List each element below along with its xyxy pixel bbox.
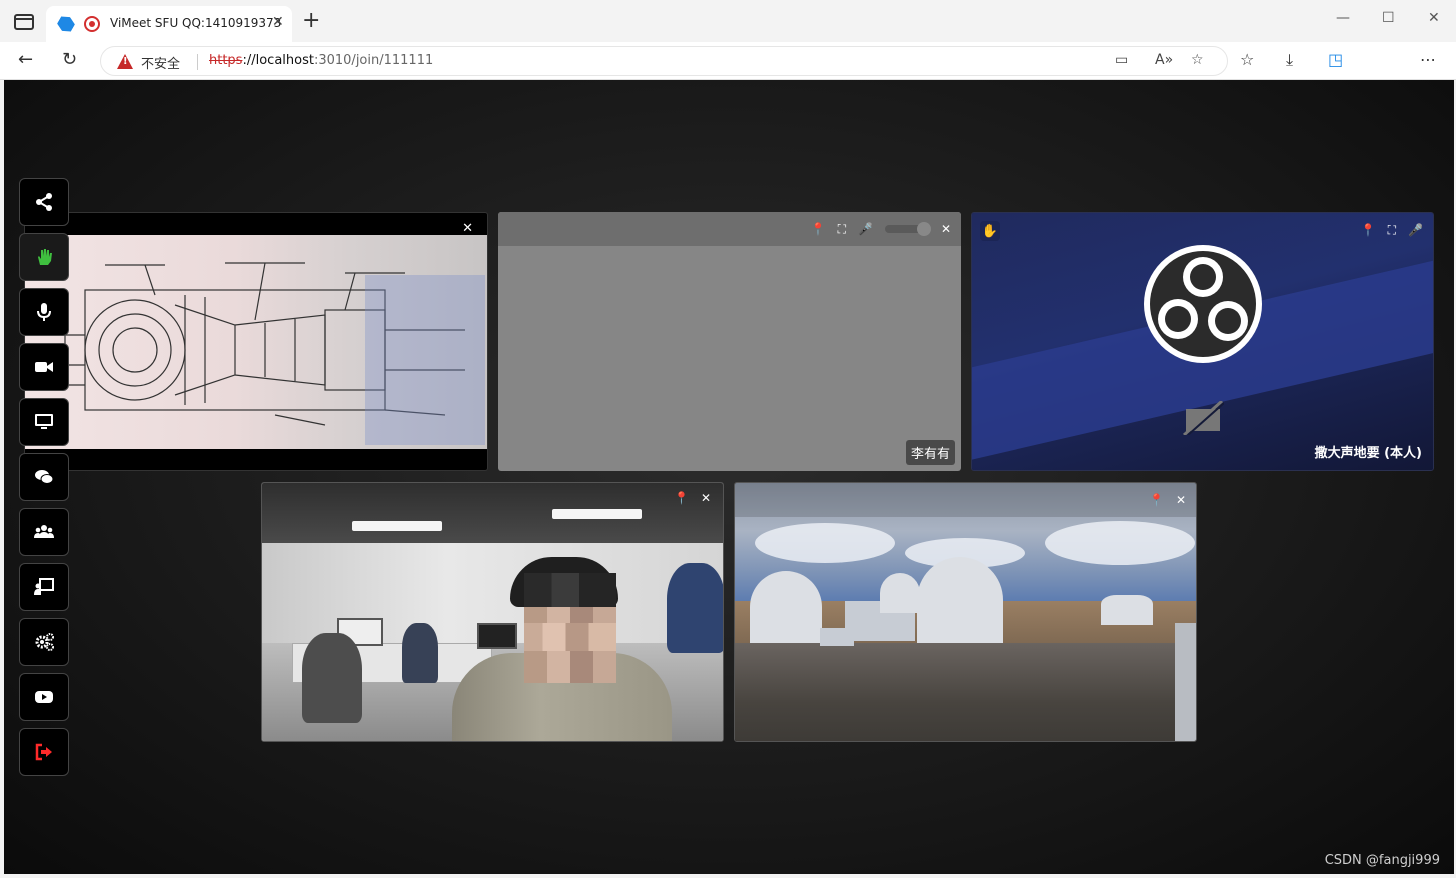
video-tile-observatory[interactable]: 📍 ✕ bbox=[734, 482, 1197, 742]
leave-button[interactable] bbox=[19, 728, 69, 776]
insecure-label[interactable]: 不安全 bbox=[141, 53, 180, 72]
chat-button[interactable] bbox=[19, 453, 69, 501]
camera-off-icon bbox=[1182, 401, 1224, 435]
screen-share-button[interactable] bbox=[19, 398, 69, 446]
omnibox[interactable]: 不安全 https://localhost:3010/join/111111 ▭… bbox=[100, 46, 1228, 76]
shared-screen-video bbox=[25, 235, 487, 449]
exit-icon bbox=[35, 743, 52, 761]
participant-name: 撒大声地要 (本人) bbox=[1314, 446, 1422, 461]
tile-toolbar: 📍 ✕ bbox=[735, 483, 1196, 517]
watermark: CSDN @fangji999 bbox=[1324, 853, 1440, 868]
settings-button[interactable] bbox=[19, 618, 69, 666]
chat-icon bbox=[35, 470, 54, 484]
participants-button[interactable] bbox=[19, 508, 69, 556]
pin-icon[interactable]: 📍 bbox=[811, 222, 826, 236]
presentation-icon bbox=[34, 578, 54, 595]
fullscreen-icon[interactable]: ⛶ bbox=[838, 222, 846, 237]
warning-icon bbox=[117, 54, 133, 69]
minimize-icon[interactable]: — bbox=[1336, 10, 1350, 26]
close-tile-icon[interactable]: ✕ bbox=[941, 222, 951, 236]
address-bar: ← ↻ 不安全 https://localhost:3010/join/1111… bbox=[0, 42, 1456, 113]
users-icon bbox=[34, 525, 54, 538]
microphone-icon[interactable]: 🎤 bbox=[858, 222, 873, 236]
more-menu-icon[interactable]: ⋯ bbox=[1420, 50, 1436, 69]
video-tile-participant[interactable]: 📍 ⛶ 🎤 ✕ 李有有 bbox=[498, 212, 961, 471]
browser-titlebar: ViMeet SFU QQ:1410919373 ✕ + — ☐ ✕ bbox=[0, 0, 1456, 42]
gears-icon bbox=[35, 633, 54, 651]
tile-toolbar: 📍 ⛶ 🎤 ✕ bbox=[498, 212, 961, 246]
edge-collections-icon[interactable]: ◳ bbox=[1328, 50, 1343, 69]
volume-slider[interactable] bbox=[884, 222, 931, 236]
video-tile-webcam[interactable]: 📍 ✕ bbox=[261, 482, 724, 742]
close-tile-icon[interactable]: ✕ bbox=[701, 491, 711, 505]
share-button[interactable] bbox=[19, 178, 69, 226]
whiteboard-button[interactable] bbox=[19, 563, 69, 611]
pin-icon[interactable]: 📍 bbox=[1149, 493, 1164, 507]
youtube-icon bbox=[35, 691, 53, 703]
url-host: ://localhost bbox=[242, 53, 314, 68]
share-icon bbox=[36, 193, 52, 211]
fullscreen-icon[interactable]: ⛶ bbox=[1388, 223, 1396, 238]
meeting-room: ✕ 📍 ⛶ 🎤 ✕ 李有有 ✋ 📍 ⛶ 🎤 撒大声地要 (本人) 📍 ✕ 📍 ✕… bbox=[4, 80, 1454, 874]
divider bbox=[197, 54, 198, 70]
close-tile-icon[interactable]: ✕ bbox=[1176, 493, 1186, 507]
add-favorite-icon[interactable]: ☆ bbox=[1191, 52, 1204, 68]
tab-close-icon[interactable]: ✕ bbox=[272, 14, 284, 30]
recording-indicator-icon bbox=[84, 16, 100, 32]
desktop-icon bbox=[35, 414, 53, 429]
video-tile-screen-share[interactable]: ✕ bbox=[24, 212, 488, 471]
tab-title: ViMeet SFU QQ:1410919373 bbox=[110, 16, 282, 30]
maximize-icon[interactable]: ☐ bbox=[1382, 10, 1395, 26]
favorites-icon[interactable]: ☆ bbox=[1240, 50, 1254, 69]
read-aloud-icon[interactable]: A» bbox=[1155, 52, 1173, 68]
microphone-icon bbox=[37, 303, 51, 321]
back-icon[interactable]: ← bbox=[18, 48, 33, 72]
pixelated-face bbox=[524, 573, 616, 683]
browser-tab[interactable]: ViMeet SFU QQ:1410919373 ✕ bbox=[46, 6, 292, 42]
camera-permission-icon[interactable]: ▭ bbox=[1115, 52, 1128, 68]
microphone-icon[interactable]: 🎤 bbox=[1408, 223, 1423, 237]
close-tile-icon[interactable]: ✕ bbox=[462, 221, 473, 236]
pin-icon[interactable]: 📍 bbox=[1361, 223, 1376, 237]
tile-toolbar: 📍 ⛶ 🎤 bbox=[972, 213, 1433, 247]
window-close-icon[interactable]: ✕ bbox=[1428, 10, 1440, 26]
microphone-button[interactable] bbox=[19, 288, 69, 336]
video-frame bbox=[262, 483, 723, 543]
url-protocol: https bbox=[209, 53, 243, 68]
obs-logo-avatar bbox=[1144, 245, 1262, 363]
hand-icon bbox=[38, 249, 52, 265]
reload-icon[interactable]: ↻ bbox=[62, 48, 77, 72]
video-camera-icon bbox=[35, 362, 53, 372]
recording-button[interactable] bbox=[19, 673, 69, 721]
pin-icon[interactable]: 📍 bbox=[674, 491, 689, 505]
new-tab-icon[interactable]: + bbox=[302, 10, 320, 32]
raise-hand-button[interactable] bbox=[19, 233, 69, 281]
url-text[interactable]: https://localhost:3010/join/111111 bbox=[209, 53, 433, 68]
screen-overlay bbox=[365, 275, 485, 445]
download-icon[interactable]: ⤓ bbox=[1286, 50, 1293, 70]
site-favicon-icon bbox=[55, 13, 77, 35]
tab-actions-icon[interactable] bbox=[14, 14, 34, 30]
url-path: :3010/join/111111 bbox=[313, 53, 434, 68]
camera-button[interactable] bbox=[19, 343, 69, 391]
participant-name: 李有有 bbox=[905, 440, 955, 465]
video-tile-self[interactable]: ✋ 📍 ⛶ 🎤 撒大声地要 (本人) bbox=[971, 212, 1434, 471]
